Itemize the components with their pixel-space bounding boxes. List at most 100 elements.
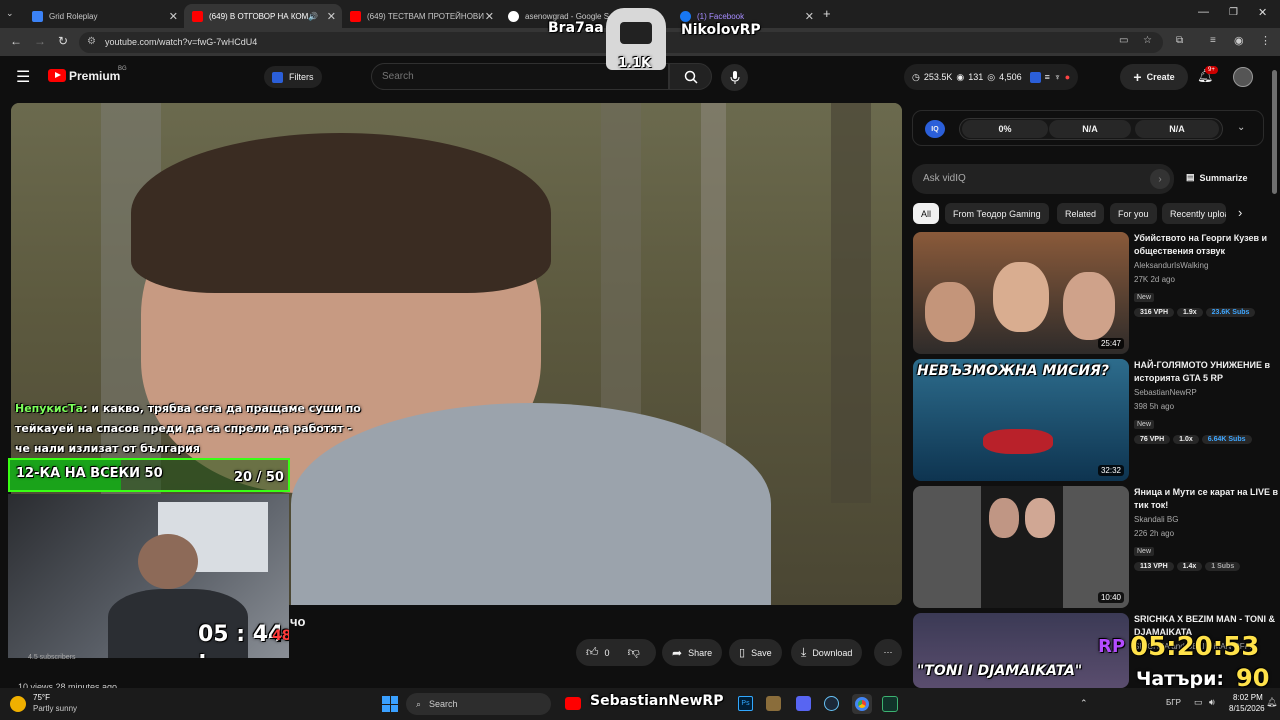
summarize-button[interactable]: ▤ Summarize [1186, 172, 1248, 183]
ratio-pill: 1.4x [1176, 562, 1203, 571]
site-info-icon[interactable]: ⚙ [87, 36, 96, 47]
channel-name[interactable]: SebastianNewRP [1134, 387, 1280, 399]
display-icon[interactable]: ▭ [1194, 697, 1203, 708]
video-title[interactable]: Яница и Мути се карат на LIVE в тик ток! [1134, 486, 1280, 512]
taskbar-search[interactable]: ⌕ Search [406, 693, 551, 715]
create-button[interactable]: + Create [1120, 64, 1188, 90]
tray-chevron-icon[interactable]: ⌃ [1080, 698, 1088, 709]
rp-clock-prefix: RP [1098, 636, 1126, 657]
chip-from-channel[interactable]: From Теодор Gaming [945, 203, 1049, 224]
chip-for-you[interactable]: For you [1110, 203, 1157, 224]
close-tab-icon[interactable]: ✕ [805, 10, 814, 23]
close-tab-icon[interactable]: ✕ [169, 10, 178, 23]
vidiq-icon [1029, 71, 1041, 83]
thumbs-up-icon: 👍︎ [586, 645, 599, 659]
submit-chevron-icon[interactable]: › [1150, 169, 1170, 189]
menu-icon[interactable]: ☰ [16, 67, 30, 87]
rp-day-label: Чатъри: [1136, 668, 1224, 690]
cast-icon[interactable]: ▭ [1119, 35, 1128, 46]
like-button[interactable]: 👍︎ 0 👎︎ [576, 639, 656, 666]
app-icon-2[interactable] [882, 696, 898, 712]
video-title[interactable]: Убийството на Георги Кузев и обществения… [1134, 232, 1280, 258]
windows-taskbar: 75°F Partly sunny ⌕ Search SebastianNewRP… [0, 688, 1280, 720]
chip-recently-uploaded[interactable]: Recently uploaded [1162, 203, 1226, 224]
voice-search-button[interactable] [721, 64, 748, 91]
tab-video-2[interactable]: (649) ТЕСТВАМ ПРОТЕЙНОВИ ✕ [342, 4, 500, 28]
youtube-premium-logo[interactable]: Premium [69, 69, 120, 83]
video-thumbnail[interactable]: НЕВЪЗМОЖНА МИСИЯ? 32:32 [913, 359, 1129, 481]
windows-start-icon[interactable] [382, 696, 398, 712]
steam-icon[interactable] [824, 696, 839, 711]
person-hair [131, 133, 551, 293]
tab-grid-roleplay[interactable]: Grid Roleplay ✕ [24, 4, 184, 28]
search-button[interactable] [669, 63, 712, 90]
chips-next-chevron-icon[interactable]: › [1238, 205, 1242, 220]
photoshop-icon[interactable]: Ps [738, 696, 753, 711]
browser-menu-icon[interactable]: ⋮ [1260, 34, 1271, 47]
goal-label: 12-КА НА ВСЕКИ 50 [16, 466, 163, 481]
page-scrollbar[interactable] [1272, 70, 1277, 194]
reload-icon[interactable]: ↻ [58, 34, 68, 48]
bookmark-star-icon[interactable]: ☆ [1143, 35, 1152, 46]
new-badge: New [1134, 420, 1155, 429]
close-tab-icon[interactable]: ✕ [327, 10, 336, 23]
tab-search-icon[interactable]: ⌄ [6, 8, 14, 19]
weather-desc[interactable]: Partly sunny [33, 704, 77, 713]
forward-icon[interactable]: → [34, 34, 46, 48]
recommendation-card[interactable]: 25:47 Убийството на Георги Кузев и общес… [913, 232, 1280, 354]
filters-button[interactable]: Filters [264, 66, 322, 88]
video-thumbnail[interactable]: "TONI I DJAMAIKATA" [913, 613, 1129, 688]
thumbs-down-icon[interactable]: 👎︎ [628, 645, 640, 660]
profile-icon[interactable]: ◉ [1234, 34, 1244, 47]
more-actions-button[interactable]: ⋯ [874, 639, 902, 666]
clock-date[interactable]: 8/15/2026 [1229, 704, 1265, 713]
recommendation-card[interactable]: НЕВЪЗМОЖНА МИСИЯ? 32:32 НАЙ-ГОЛЯМОТО УНИ… [913, 359, 1280, 481]
app-icon[interactable] [766, 696, 781, 711]
list-icon: ≡ [1044, 72, 1050, 82]
eye-icon: ◉ [956, 71, 965, 82]
maximize-icon[interactable]: ❐ [1229, 7, 1238, 18]
youtube-logo-icon[interactable] [48, 69, 66, 82]
score-value: 0% [998, 124, 1012, 134]
video-thumbnail[interactable]: 25:47 [913, 232, 1129, 354]
chip-all[interactable]: All [913, 203, 940, 224]
chrome-active-icon[interactable] [852, 694, 872, 714]
volume-icon[interactable]: 🔊︎ [1209, 697, 1215, 708]
close-tab-icon[interactable]: ✕ [485, 10, 494, 23]
tab-video-1[interactable]: (649) В ОТГОВОР НА КОМ 🔊 ✕ [184, 4, 342, 28]
recommendation-card[interactable]: 10:40 Яница и Мути се карат на LIVE в ти… [913, 486, 1280, 608]
youtube-app-icon[interactable] [565, 697, 581, 710]
vidiq-metric-2[interactable]: N/A [1135, 120, 1219, 138]
share-button[interactable]: ➦ Share [662, 639, 723, 666]
expand-chevron-icon[interactable]: ⌄ [1237, 122, 1245, 133]
avatar[interactable] [1233, 67, 1253, 87]
save-button[interactable]: ▯ Save [729, 639, 782, 666]
language-indicator[interactable]: БГР [1166, 698, 1181, 707]
discord-icon[interactable] [796, 696, 811, 711]
back-icon[interactable]: ← [10, 34, 22, 48]
vidiq-metric-1[interactable]: N/A [1049, 120, 1131, 138]
close-window-icon[interactable]: ✕ [1258, 6, 1267, 19]
video-title[interactable]: НАЙ-ГОЛЯМОТО УНИЖЕНИЕ в историята GTA 5 … [1134, 359, 1280, 385]
new-tab-icon[interactable]: + [823, 6, 831, 21]
video-meta: 398 5h ago [1134, 402, 1175, 411]
clock-time[interactable]: 8:02 PM [1233, 693, 1263, 702]
notification-icon[interactable]: 🔔︎ [1266, 697, 1277, 708]
audio-icon[interactable]: 🔊 [308, 12, 318, 21]
summary-icon: ▤ [1186, 172, 1195, 182]
download-button[interactable]: ⤓ Download [791, 639, 863, 666]
vidiq-video-stats: 76 VPH 1.0x 6.64K Subs [1134, 435, 1280, 444]
subs-pill: 1 Subs [1205, 562, 1241, 571]
reading-list-icon[interactable]: ≡ [1210, 35, 1216, 46]
vidiq-channel-stats[interactable]: ◷ 253.5K ◉ 131 ◎ 4,506 ≡ ♆ ● [904, 64, 1079, 90]
channel-name[interactable]: AleksandurIsWalking [1134, 260, 1280, 272]
extensions-icon[interactable]: ⧉ [1176, 35, 1183, 46]
chip-related[interactable]: Related [1057, 203, 1105, 224]
minimize-icon[interactable]: — [1198, 6, 1209, 18]
vidiq-score[interactable]: 0% [962, 120, 1048, 138]
weather-temp[interactable]: 75°F [33, 693, 50, 702]
channel-name[interactable]: Skandali BG [1134, 514, 1280, 526]
ask-vidiq-input[interactable]: Ask vidIQ › [912, 164, 1174, 194]
video-thumbnail[interactable]: 10:40 [913, 486, 1129, 608]
youtube-favicon-icon [350, 10, 361, 22]
